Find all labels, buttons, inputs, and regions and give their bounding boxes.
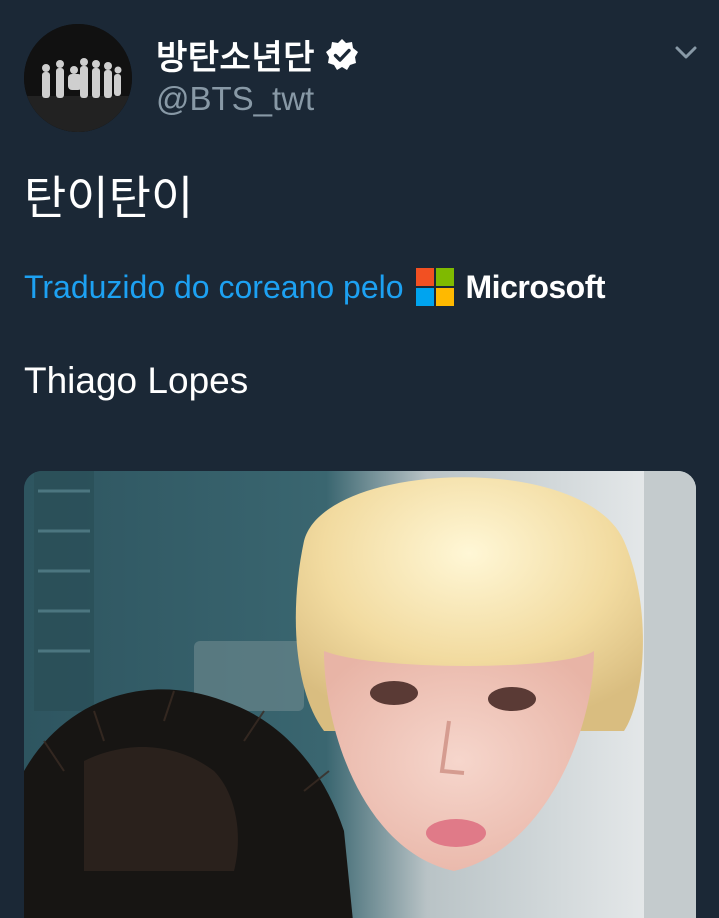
group-photo-avatar-icon [24,24,132,132]
microsoft-logo-icon [415,268,454,306]
translated-text: Thiago Lopes [24,360,249,401]
author-avatar[interactable] [24,24,132,132]
chevron-down-icon[interactable] [672,38,700,66]
author-handle[interactable]: @BTS_twt [156,80,314,118]
photo-image-icon [24,471,696,918]
tweet-media-photo[interactable] [24,471,696,918]
author-name-row[interactable]: 방탄소년단 [156,30,359,79]
verified-badge-icon [325,38,358,70]
tweet-text: 탄이탄이 [24,171,194,225]
author-display-name[interactable]: 방탄소년단 [156,30,315,79]
translation-link[interactable]: Traduzido do coreano pelo [24,269,404,306]
translation-attribution[interactable]: Traduzido do coreano pelo Microsoft [24,268,606,306]
translation-provider: Microsoft [465,268,606,305]
